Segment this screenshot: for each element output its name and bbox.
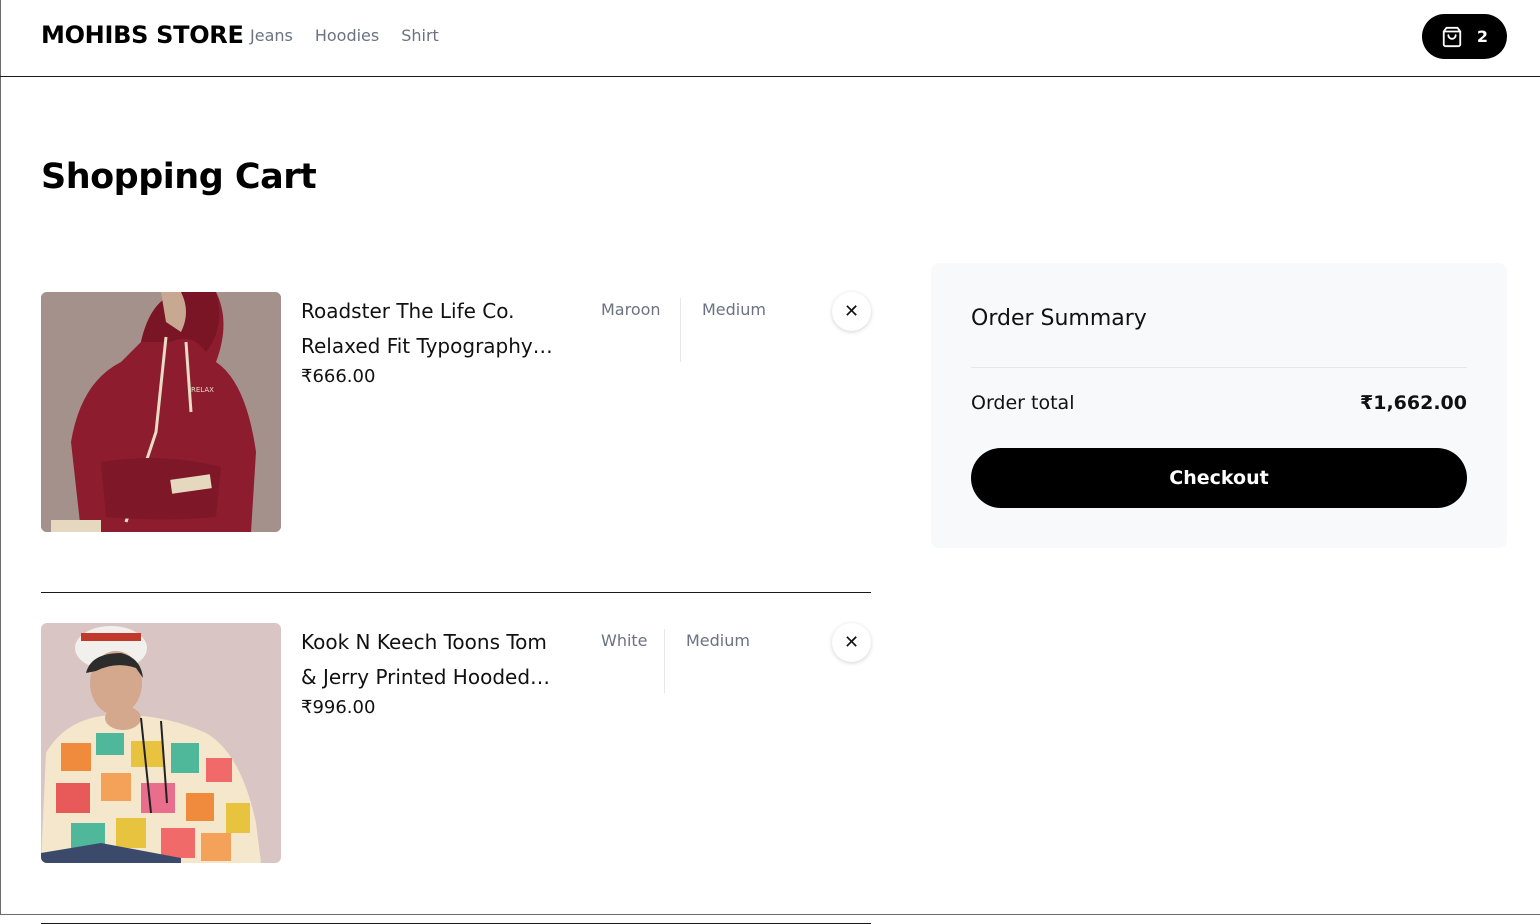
attribute-divider [664, 629, 665, 693]
product-size: Medium [702, 300, 766, 319]
cart-item: RELAX Roadster The Life Co. Relaxed Fit … [41, 292, 871, 593]
product-price: ₹666.00 [301, 366, 376, 387]
svg-text:RELAX: RELAX [191, 386, 214, 394]
nav-link-hoodies[interactable]: Hoodies [315, 26, 379, 45]
remove-item-button[interactable]: ✕ [832, 623, 871, 662]
product-color: White [601, 631, 648, 650]
main-nav: Jeans Hoodies Shirt [250, 26, 439, 45]
checkout-button[interactable]: Checkout [971, 448, 1467, 508]
maroon-hoodie-product-image: RELAX [41, 292, 281, 532]
cart-item: Kook N Keech Toons Tom & Jerry Printed H… [41, 623, 871, 924]
site-header: MOHIBS STORE Jeans Hoodies Shirt 2 [0, 0, 1540, 77]
product-image[interactable]: RELAX [41, 292, 281, 532]
order-summary-panel: Order Summary Order total ₹1,662.00 Chec… [931, 263, 1507, 548]
product-size: Medium [686, 631, 750, 650]
product-name[interactable]: Roadster The Life Co. Relaxed Fit Typogr… [301, 294, 561, 364]
order-total-label: Order total [971, 392, 1075, 414]
order-summary-title: Order Summary [971, 306, 1147, 331]
remove-item-button[interactable]: ✕ [832, 292, 871, 331]
cart-items-list: RELAX Roadster The Life Co. Relaxed Fit … [41, 292, 871, 924]
page-title: Shopping Cart [41, 157, 317, 197]
summary-divider [971, 367, 1467, 368]
printed-hoodie-product-image [41, 623, 281, 863]
nav-link-jeans[interactable]: Jeans [250, 26, 293, 45]
brand-logo[interactable]: MOHIBS STORE [41, 21, 244, 49]
product-price: ₹996.00 [301, 697, 376, 718]
close-icon: ✕ [843, 632, 860, 653]
shopping-bag-icon [1442, 26, 1462, 47]
close-icon: ✕ [843, 301, 860, 322]
product-image[interactable] [41, 623, 281, 863]
product-name[interactable]: Kook N Keech Toons Tom & Jerry Printed H… [301, 625, 561, 695]
cart-button[interactable]: 2 [1422, 14, 1507, 59]
cart-count-badge: 2 [1476, 27, 1489, 46]
product-color: Maroon [601, 300, 661, 319]
nav-link-shirt[interactable]: Shirt [401, 26, 439, 45]
attribute-divider [680, 298, 681, 362]
order-total-value: ₹1,662.00 [1360, 392, 1467, 414]
